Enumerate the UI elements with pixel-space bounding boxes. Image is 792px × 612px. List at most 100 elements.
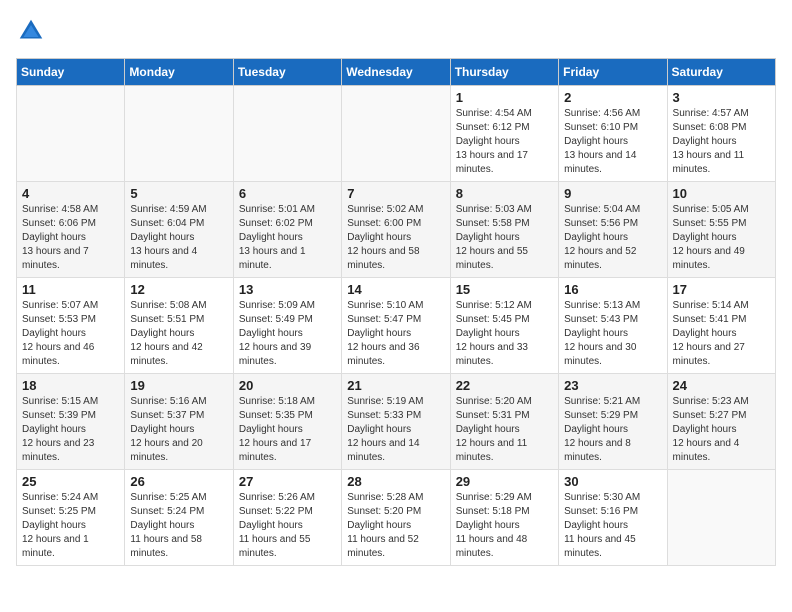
calendar-cell: 21 Sunrise: 5:19 AMSunset: 5:33 PMDayligh… bbox=[342, 374, 450, 470]
column-header-thursday: Thursday bbox=[450, 59, 558, 86]
calendar-cell bbox=[125, 86, 233, 182]
calendar-cell: 8Sunrise: 5:03 AMSunset: 5:58 PMDaylight… bbox=[450, 182, 558, 278]
day-number: 24 bbox=[673, 378, 770, 393]
calendar-cell: 6 Sunrise: 5:01 AMSunset: 6:02 PMDaylight… bbox=[233, 182, 341, 278]
calendar-cell: 20Sunrise: 5:18 AMSunset: 5:35 PMDayligh… bbox=[233, 374, 341, 470]
day-info: Sunrise: 5:08 AMSunset: 5:51 PMDaylight … bbox=[130, 299, 227, 369]
calendar-cell: 14 Sunrise: 5:10 AMSunset: 5:47 PMDayligh… bbox=[342, 278, 450, 374]
calendar-cell: 10 Sunrise: 5:05 AMSunset: 5:55 PMDayligh… bbox=[667, 182, 775, 278]
header bbox=[16, 16, 776, 46]
calendar-cell: 24 Sunrise: 5:23 AMSunset: 5:27 PMDayligh… bbox=[667, 374, 775, 470]
logo-icon bbox=[16, 16, 46, 46]
day-info: Sunrise: 5:14 AMSunset: 5:41 PMDaylight … bbox=[673, 299, 770, 369]
day-info: Sunrise: 4:54 AMSunset: 6:12 PMDaylight … bbox=[456, 107, 553, 177]
calendar-week-row: 11 Sunrise: 5:07 AMSunset: 5:53 PMDayligh… bbox=[17, 278, 776, 374]
calendar-cell: 28Sunrise: 5:28 AMSunset: 5:20 PMDayligh… bbox=[342, 470, 450, 566]
calendar-cell: 22 Sunrise: 5:20 AMSunset: 5:31 PMDayligh… bbox=[450, 374, 558, 470]
calendar-cell: 9 Sunrise: 5:04 AMSunset: 5:56 PMDaylight… bbox=[559, 182, 667, 278]
calendar-cell: 12 Sunrise: 5:08 AMSunset: 5:51 PMDayligh… bbox=[125, 278, 233, 374]
day-number: 3 bbox=[673, 90, 770, 105]
day-number: 15 bbox=[456, 282, 553, 297]
calendar-cell: 13 Sunrise: 5:09 AMSunset: 5:49 PMDayligh… bbox=[233, 278, 341, 374]
day-info: Sunrise: 5:24 AMSunset: 5:25 PMDaylight … bbox=[22, 491, 119, 561]
day-info: Sunrise: 5:13 AMSunset: 5:43 PMDaylight … bbox=[564, 299, 661, 369]
day-info: Sunrise: 5:07 AMSunset: 5:53 PMDaylight … bbox=[22, 299, 119, 369]
calendar-header-row: SundayMondayTuesdayWednesdayThursdayFrid… bbox=[17, 59, 776, 86]
day-info: Sunrise: 4:58 AMSunset: 6:06 PMDaylight … bbox=[22, 203, 119, 273]
day-info: Sunrise: 4:59 AMSunset: 6:04 PMDaylight … bbox=[130, 203, 227, 273]
day-info: Sunrise: 5:05 AMSunset: 5:55 PMDaylight … bbox=[673, 203, 770, 273]
calendar-table: SundayMondayTuesdayWednesdayThursdayFrid… bbox=[16, 58, 776, 566]
day-info: Sunrise: 5:19 AMSunset: 5:33 PMDaylight … bbox=[347, 395, 444, 465]
column-header-tuesday: Tuesday bbox=[233, 59, 341, 86]
day-info: Sunrise: 5:09 AMSunset: 5:49 PMDaylight … bbox=[239, 299, 336, 369]
day-number: 7 bbox=[347, 186, 444, 201]
calendar-week-row: 4 Sunrise: 4:58 AMSunset: 6:06 PMDaylight… bbox=[17, 182, 776, 278]
day-number: 29 bbox=[456, 474, 553, 489]
day-number: 8 bbox=[456, 186, 553, 201]
calendar-cell: 7 Sunrise: 5:02 AMSunset: 6:00 PMDaylight… bbox=[342, 182, 450, 278]
day-number: 12 bbox=[130, 282, 227, 297]
day-info: Sunrise: 5:16 AMSunset: 5:37 PMDaylight … bbox=[130, 395, 227, 465]
calendar-cell: 3 Sunrise: 4:57 AMSunset: 6:08 PMDaylight… bbox=[667, 86, 775, 182]
day-info: Sunrise: 5:02 AMSunset: 6:00 PMDaylight … bbox=[347, 203, 444, 273]
column-header-friday: Friday bbox=[559, 59, 667, 86]
calendar-cell bbox=[233, 86, 341, 182]
day-number: 14 bbox=[347, 282, 444, 297]
day-number: 19 bbox=[130, 378, 227, 393]
calendar-week-row: 25 Sunrise: 5:24 AMSunset: 5:25 PMDayligh… bbox=[17, 470, 776, 566]
calendar-week-row: 18 Sunrise: 5:15 AMSunset: 5:39 PMDayligh… bbox=[17, 374, 776, 470]
day-number: 5 bbox=[130, 186, 227, 201]
calendar-cell: 23Sunrise: 5:21 AMSunset: 5:29 PMDayligh… bbox=[559, 374, 667, 470]
day-info: Sunrise: 5:12 AMSunset: 5:45 PMDaylight … bbox=[456, 299, 553, 369]
day-number: 2 bbox=[564, 90, 661, 105]
logo bbox=[16, 16, 50, 46]
day-number: 26 bbox=[130, 474, 227, 489]
day-number: 22 bbox=[456, 378, 553, 393]
day-number: 27 bbox=[239, 474, 336, 489]
calendar-cell: 2Sunrise: 4:56 AMSunset: 6:10 PMDaylight… bbox=[559, 86, 667, 182]
day-number: 6 bbox=[239, 186, 336, 201]
column-header-sunday: Sunday bbox=[17, 59, 125, 86]
day-info: Sunrise: 5:04 AMSunset: 5:56 PMDaylight … bbox=[564, 203, 661, 273]
day-info: Sunrise: 5:26 AMSunset: 5:22 PMDaylight … bbox=[239, 491, 336, 561]
day-number: 16 bbox=[564, 282, 661, 297]
calendar-cell: 18 Sunrise: 5:15 AMSunset: 5:39 PMDayligh… bbox=[17, 374, 125, 470]
column-header-saturday: Saturday bbox=[667, 59, 775, 86]
day-number: 10 bbox=[673, 186, 770, 201]
day-info: Sunrise: 5:28 AMSunset: 5:20 PMDaylight … bbox=[347, 491, 444, 561]
day-number: 23 bbox=[564, 378, 661, 393]
day-number: 18 bbox=[22, 378, 119, 393]
day-info: Sunrise: 5:01 AMSunset: 6:02 PMDaylight … bbox=[239, 203, 336, 273]
day-info: Sunrise: 5:29 AMSunset: 5:18 PMDaylight … bbox=[456, 491, 553, 561]
day-info: Sunrise: 5:15 AMSunset: 5:39 PMDaylight … bbox=[22, 395, 119, 465]
calendar-cell: 11 Sunrise: 5:07 AMSunset: 5:53 PMDayligh… bbox=[17, 278, 125, 374]
day-number: 1 bbox=[456, 90, 553, 105]
calendar-cell bbox=[17, 86, 125, 182]
calendar-cell bbox=[667, 470, 775, 566]
calendar-cell: 25 Sunrise: 5:24 AMSunset: 5:25 PMDayligh… bbox=[17, 470, 125, 566]
calendar-cell: 16 Sunrise: 5:13 AMSunset: 5:43 PMDayligh… bbox=[559, 278, 667, 374]
day-number: 21 bbox=[347, 378, 444, 393]
column-header-wednesday: Wednesday bbox=[342, 59, 450, 86]
day-number: 13 bbox=[239, 282, 336, 297]
day-info: Sunrise: 5:18 AMSunset: 5:35 PMDaylight … bbox=[239, 395, 336, 465]
calendar-cell: 1 Sunrise: 4:54 AMSunset: 6:12 PMDaylight… bbox=[450, 86, 558, 182]
day-info: Sunrise: 5:10 AMSunset: 5:47 PMDaylight … bbox=[347, 299, 444, 369]
day-number: 25 bbox=[22, 474, 119, 489]
calendar-cell: 27 Sunrise: 5:26 AMSunset: 5:22 PMDayligh… bbox=[233, 470, 341, 566]
day-info: Sunrise: 5:20 AMSunset: 5:31 PMDaylight … bbox=[456, 395, 553, 465]
calendar-cell: 15 Sunrise: 5:12 AMSunset: 5:45 PMDayligh… bbox=[450, 278, 558, 374]
calendar-cell: 17Sunrise: 5:14 AMSunset: 5:41 PMDayligh… bbox=[667, 278, 775, 374]
column-header-monday: Monday bbox=[125, 59, 233, 86]
day-number: 11 bbox=[22, 282, 119, 297]
day-number: 30 bbox=[564, 474, 661, 489]
calendar-cell: 19 Sunrise: 5:16 AMSunset: 5:37 PMDayligh… bbox=[125, 374, 233, 470]
calendar-cell: 5 Sunrise: 4:59 AMSunset: 6:04 PMDaylight… bbox=[125, 182, 233, 278]
calendar-week-row: 1 Sunrise: 4:54 AMSunset: 6:12 PMDaylight… bbox=[17, 86, 776, 182]
day-info: Sunrise: 5:23 AMSunset: 5:27 PMDaylight … bbox=[673, 395, 770, 465]
day-info: Sunrise: 4:57 AMSunset: 6:08 PMDaylight … bbox=[673, 107, 770, 177]
day-number: 9 bbox=[564, 186, 661, 201]
day-info: Sunrise: 5:25 AMSunset: 5:24 PMDaylight … bbox=[130, 491, 227, 561]
day-number: 4 bbox=[22, 186, 119, 201]
